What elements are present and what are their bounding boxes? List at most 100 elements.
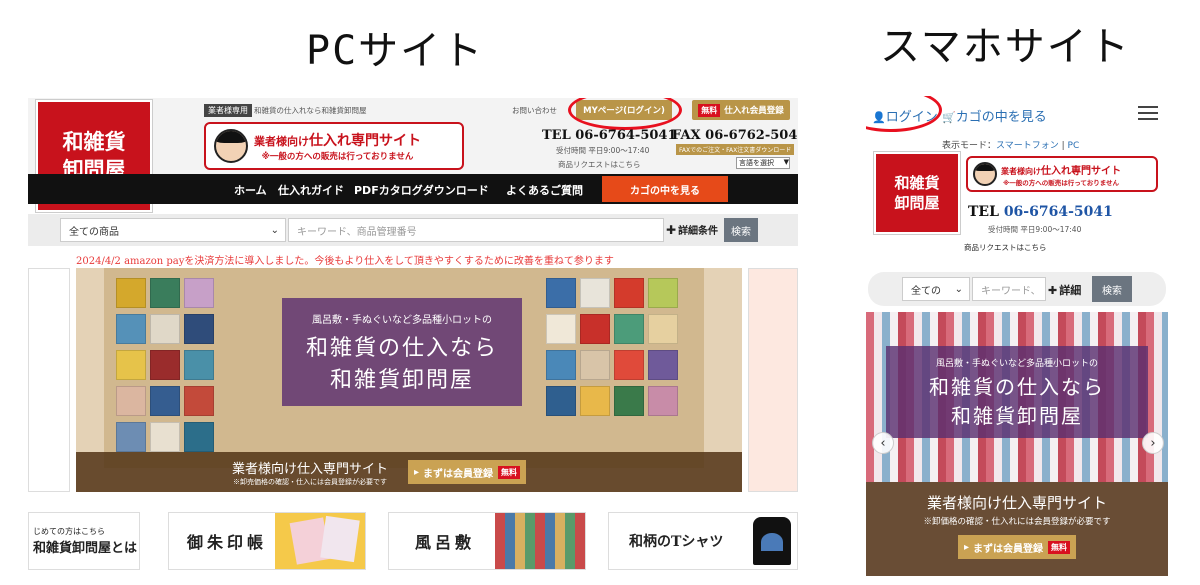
register-label: 仕入れ会員登録 xyxy=(724,106,784,116)
hero-prev-slide[interactable] xyxy=(28,268,70,492)
tile xyxy=(614,350,644,380)
banner-main-text: 業者様向け仕入れ専門サイト xyxy=(254,133,421,149)
tile xyxy=(116,314,146,344)
plus-icon: ✚ xyxy=(666,222,677,237)
mode-pc-link[interactable]: PC xyxy=(1068,141,1080,151)
tshirt-image xyxy=(753,517,791,565)
sp-tel[interactable]: TEL 06-6764-5041 xyxy=(968,204,1113,220)
tile xyxy=(184,422,214,452)
sp-logo[interactable]: 和雑貨 卸問屋 xyxy=(874,152,960,234)
chevron-down-icon: ⌄ xyxy=(954,283,963,295)
goshuincho-image xyxy=(275,513,365,569)
sp-member-button[interactable]: ▸ まずは会員登録 無料 xyxy=(957,535,1077,559)
mode-smartphone-link[interactable]: スマートフォン xyxy=(996,141,1059,151)
sp-display-mode: 表示モード：スマートフォン | PC xyxy=(942,141,1080,151)
sp-business-banner[interactable]: 業者様向け仕入れ専門サイト ※一般の方への販売は行っておりません xyxy=(966,156,1158,192)
logo-line-1: 和雑貨 xyxy=(62,128,126,154)
pc-search-input[interactable]: キーワード、商品管理番号 xyxy=(288,218,664,242)
sp-hours: 受付時間 平日9:00～17:40 xyxy=(988,225,1082,234)
language-select[interactable]: 言語を選択 ▼ xyxy=(736,157,790,169)
mascot-avatar xyxy=(214,129,248,163)
sp-hero-slide[interactable]: 風呂敷・手ぬぐいなど多品種小ロットの 和雑貨の仕入なら 和雑貨卸問屋 ‹ › 業… xyxy=(866,312,1168,576)
sp-search-input[interactable]: キーワード、 xyxy=(972,277,1046,301)
nav-item-faq[interactable]: よくあるご質問 xyxy=(506,182,583,198)
pc-hero-slide[interactable]: 風呂敷・手ぬぐいなど多品種小ロットの 和雑貨の仕入なら 和雑貨卸問屋 業者様向け… xyxy=(76,268,742,492)
sp-cart-link[interactable]: 🛒カゴの中を見る xyxy=(942,106,1047,125)
tile xyxy=(150,314,180,344)
hero-big-text-2: 和雑貨卸問屋 xyxy=(329,367,474,393)
pc-tel[interactable]: TEL 06-6764-5041 xyxy=(542,128,677,143)
sp-hero-overlay: 風呂敷・手ぬぐいなど多品種小ロットの 和雑貨の仕入なら 和雑貨卸問屋 xyxy=(886,346,1148,438)
tile xyxy=(648,278,678,308)
product-request-link[interactable]: 商品リクエストはこちら xyxy=(558,159,641,170)
tile xyxy=(150,350,180,380)
pc-category-select[interactable]: 全ての商品 ⌄ xyxy=(60,218,286,242)
free-badge: 無料 xyxy=(698,103,721,117)
banner-sub-text: ※一般の方への販売は行っておりません xyxy=(261,152,414,162)
plus-icon: ✚ xyxy=(1048,283,1058,297)
contact-link[interactable]: お問い合わせ xyxy=(512,105,557,116)
chevron-right-icon: ▸ xyxy=(963,541,970,553)
sp-product-request-link[interactable]: 商品リクエストはこちら xyxy=(964,242,1047,253)
tile xyxy=(150,386,180,416)
sp-hero-member-bar: 業者様向け仕入専門サイト ※卸価格の確認・仕入れには会員登録が必要です ▸ まず… xyxy=(866,482,1168,576)
mascot-avatar xyxy=(973,162,997,186)
fax-order-link[interactable]: FAXでのご注文・FAX注文書ダウンロード xyxy=(676,144,795,155)
category-goshuincho[interactable]: 御朱印帳 xyxy=(168,512,366,570)
pc-search-button[interactable]: 検索 xyxy=(724,218,758,242)
tile xyxy=(580,314,610,344)
tile xyxy=(546,278,576,308)
tile xyxy=(648,386,678,416)
tile xyxy=(614,314,644,344)
tile xyxy=(116,422,146,452)
hero-big-text-1: 和雑貨の仕入なら xyxy=(305,335,498,361)
tile xyxy=(614,386,644,416)
pc-site-screenshot: 和雑貨 卸問屋 業者様専用 和雑貨の仕入れなら和雑貨卸問屋 業者様向け仕入れ専門… xyxy=(28,98,798,576)
sp-detail-search-button[interactable]: ✚ 詳細 xyxy=(1048,282,1081,298)
tile xyxy=(546,350,576,380)
pc-cart-button[interactable]: カゴの中を見る xyxy=(602,176,728,202)
chevron-right-icon: ▸ xyxy=(414,466,420,478)
register-member-button[interactable]: 無料 仕入れ会員登録 xyxy=(692,100,790,120)
tile xyxy=(580,278,610,308)
hero-member-button[interactable]: ▸ まずは会員登録 無料 xyxy=(408,460,527,484)
category-about[interactable]: じめての方はこちら 和雑貨卸問屋とは xyxy=(28,512,140,570)
sp-hero-next-button[interactable]: › xyxy=(1142,432,1164,454)
tile xyxy=(116,350,146,380)
free-badge: 無料 xyxy=(498,465,521,479)
pc-detail-search-button[interactable]: ✚ 詳細条件 xyxy=(666,222,718,238)
hamburger-icon[interactable] xyxy=(1138,106,1158,124)
pc-business-banner[interactable]: 業者様向け仕入れ専門サイト ※一般の方への販売は行っておりません xyxy=(204,122,464,170)
tile xyxy=(648,314,678,344)
tile xyxy=(546,314,576,344)
pc-fax: FAX 06-6762-5041 xyxy=(672,128,798,143)
business-only-tag: 業者様専用 xyxy=(204,104,252,117)
tile xyxy=(546,386,576,416)
tile xyxy=(184,350,214,380)
header-tagline: 和雑貨の仕入れなら和雑貨卸問屋 xyxy=(254,106,367,115)
sp-category-select[interactable]: 全ての ⌄ xyxy=(902,277,970,301)
tile xyxy=(614,278,644,308)
nav-item-home[interactable]: ホーム xyxy=(234,182,267,198)
nav-item-pdf-catalog[interactable]: PDFカタログダウンロード xyxy=(354,182,489,198)
nav-item-guide[interactable]: 仕入れガイド xyxy=(278,182,344,198)
smartphone-site-screenshot: 👤ログイン 🛒カゴの中を見る 表示モード：スマートフォン | PC 和雑貨 卸問… xyxy=(866,96,1168,576)
sp-search-button[interactable]: 検索 xyxy=(1092,276,1132,302)
chevron-left-icon: ‹ xyxy=(880,435,886,451)
pc-hours: 受付時間 平日9:00～17:40 xyxy=(556,146,650,155)
smartphone-site-heading: スマホサイト xyxy=(880,24,1131,70)
tile xyxy=(150,278,180,308)
hero-small-text: 風呂敷・手ぬぐいなど多品種小ロットの xyxy=(312,314,492,326)
sp-hero-prev-button[interactable]: ‹ xyxy=(872,432,894,454)
category-furoshiki[interactable]: 風呂敷 xyxy=(388,512,586,570)
chevron-right-icon: › xyxy=(1150,435,1156,451)
tile xyxy=(580,350,610,380)
tile xyxy=(184,278,214,308)
furoshiki-image xyxy=(495,513,585,569)
tile xyxy=(648,350,678,380)
hero-next-slide[interactable] xyxy=(748,268,798,492)
tile xyxy=(580,386,610,416)
cart-icon: 🛒 xyxy=(942,111,956,124)
category-tshirt[interactable]: 和柄のTシャツ xyxy=(608,512,798,570)
chevron-down-icon: ▼ xyxy=(783,158,789,166)
